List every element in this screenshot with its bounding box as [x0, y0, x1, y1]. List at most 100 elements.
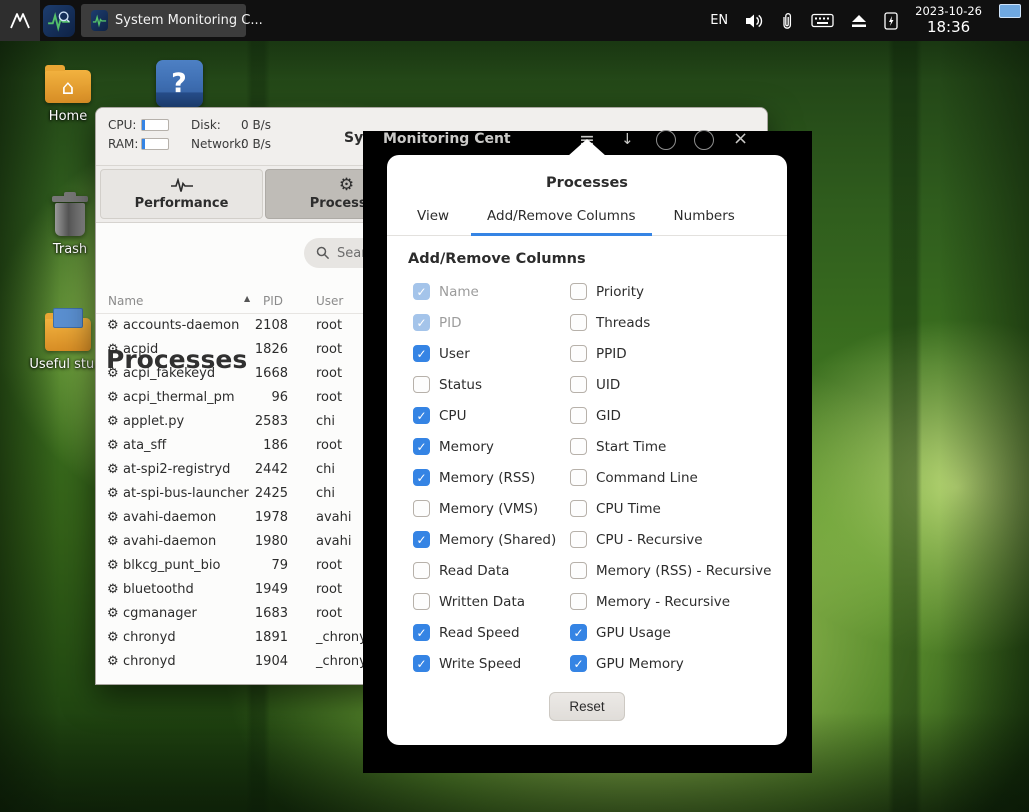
system-monitor-app-icon [43, 4, 75, 37]
column-toggle-cpu-time[interactable]: CPU Time [570, 493, 773, 524]
checkbox[interactable] [570, 438, 587, 455]
column-toggle-written-data[interactable]: Written Data [413, 586, 570, 617]
column-toggle-gpu-usage[interactable]: ✓ GPU Usage [570, 617, 773, 648]
section-heading: Add/Remove Columns [408, 251, 586, 267]
display-settings-icon[interactable] [999, 4, 1021, 18]
checkbox[interactable]: ✓ [413, 655, 430, 672]
checkbox-label: Start Time [596, 438, 667, 455]
clock[interactable]: 2023-10-26 18:36 [915, 4, 982, 37]
window-button-circle-icon[interactable] [656, 130, 676, 150]
window-button-circle-icon[interactable] [694, 130, 714, 150]
column-toggle-cpu-recursive[interactable]: CPU - Recursive [570, 524, 773, 555]
column-toggle-memory-vms[interactable]: Memory (VMS) [413, 493, 570, 524]
desktop-icon-label: Home [48, 109, 88, 124]
checkbox[interactable]: ✓ [570, 624, 587, 641]
process-gear-icon: ⚙ [107, 390, 119, 405]
checkbox[interactable] [570, 562, 587, 579]
column-toggle-memory-rss[interactable]: ✓ Memory (RSS) [413, 462, 570, 493]
checkbox[interactable] [413, 376, 430, 393]
desktop-icon-help[interactable]: ? [135, 60, 223, 107]
column-toggle-command-line[interactable]: Command Line [570, 462, 773, 493]
checkbox-label: Name [439, 283, 479, 300]
taskbar-window-button[interactable]: System Monitoring C... [81, 4, 263, 37]
checkbox-label: CPU Time [596, 500, 661, 517]
checkbox-label: PID [439, 314, 462, 331]
process-gear-icon: ⚙ [107, 558, 119, 573]
column-toggle-ppid[interactable]: PPID [570, 338, 773, 369]
app-launcher-button[interactable] [40, 0, 78, 41]
cpu-meter [141, 119, 169, 131]
process-pid: 186 [263, 438, 288, 453]
checkbox-label: Status [439, 376, 483, 393]
process-pid: 1668 [254, 366, 288, 381]
column-toggle-gid[interactable]: GID [570, 400, 773, 431]
checkbox[interactable] [570, 593, 587, 610]
close-icon[interactable]: × [733, 128, 748, 149]
checkbox[interactable]: ✓ [570, 655, 587, 672]
process-pid: 2425 [254, 486, 288, 501]
tab-view[interactable]: View [401, 201, 465, 236]
column-toggle-start-time[interactable]: Start Time [570, 431, 773, 462]
checkbox[interactable]: ✓ [413, 438, 430, 455]
process-user: avahi [316, 534, 352, 549]
checkbox[interactable]: ✓ [413, 345, 430, 362]
column-toggle-memory-shared[interactable]: ✓ Memory (Shared) [413, 524, 570, 555]
checkbox[interactable] [413, 593, 430, 610]
tab-add-remove-columns[interactable]: Add/Remove Columns [471, 201, 652, 236]
process-user: root [316, 558, 343, 573]
column-toggle-user[interactable]: ✓ User [413, 338, 570, 369]
column-toggle-read-data[interactable]: Read Data [413, 555, 570, 586]
column-toggle-memory-rss-recursive[interactable]: Memory (RSS) - Recursive [570, 555, 773, 586]
eject-icon[interactable] [851, 14, 867, 28]
column-toggle-write-speed[interactable]: ✓ Write Speed [413, 648, 570, 679]
reset-button[interactable]: Reset [549, 692, 625, 721]
checkbox[interactable] [570, 314, 587, 331]
tab-numbers[interactable]: Numbers [658, 201, 751, 236]
paperclip-icon[interactable] [781, 12, 794, 30]
checkbox[interactable]: ✓ [413, 407, 430, 424]
tab-label: Performance [134, 195, 229, 211]
tab-performance[interactable]: Performance [100, 169, 263, 219]
volume-icon[interactable] [745, 13, 764, 29]
checkbox[interactable] [570, 345, 587, 362]
process-gear-icon: ⚙ [107, 486, 119, 501]
checkbox[interactable] [413, 562, 430, 579]
column-toggle-status[interactable]: Status [413, 369, 570, 400]
checkbox[interactable] [570, 500, 587, 517]
column-toggle-memory[interactable]: ✓ Memory [413, 431, 570, 462]
checkbox[interactable] [570, 531, 587, 548]
column-header-pid[interactable]: PID [263, 294, 283, 308]
folder-paper [53, 308, 83, 328]
gear-icon: ⚙ [338, 175, 355, 195]
column-toggle-threads[interactable]: Threads [570, 307, 773, 338]
checkbox[interactable] [570, 376, 587, 393]
disk-stat-label: Disk: [191, 118, 221, 132]
checkbox[interactable] [570, 469, 587, 486]
checkbox[interactable] [570, 283, 587, 300]
keyboard-icon[interactable] [811, 13, 834, 28]
process-name: chronyd [123, 654, 176, 669]
process-user: root [316, 606, 343, 621]
search-icon [316, 246, 330, 260]
checkbox[interactable] [570, 407, 587, 424]
checkbox[interactable]: ✓ [413, 469, 430, 486]
column-toggle-cpu[interactable]: ✓ CPU [413, 400, 570, 431]
checkbox[interactable] [413, 500, 430, 517]
battery-device-icon[interactable] [884, 11, 898, 30]
column-header-name[interactable]: Name [108, 294, 143, 308]
checkbox-label: Written Data [439, 593, 526, 610]
checkbox[interactable]: ✓ [413, 624, 430, 641]
checkbox-label: Command Line [596, 469, 698, 486]
process-name: bluetoothd [123, 582, 194, 597]
keyboard-layout-indicator[interactable]: EN [710, 13, 728, 28]
distro-menu-button[interactable] [0, 0, 40, 41]
column-header-user[interactable]: User [316, 294, 343, 308]
column-toggle-gpu-memory[interactable]: ✓ GPU Memory [570, 648, 773, 679]
column-toggle-memory-recursive[interactable]: Memory - Recursive [570, 586, 773, 617]
column-toggle-read-speed[interactable]: ✓ Read Speed [413, 617, 570, 648]
column-toggle-priority[interactable]: Priority [570, 276, 773, 307]
column-toggle-uid[interactable]: UID [570, 369, 773, 400]
minimize-icon[interactable]: ↓ [621, 130, 634, 148]
date-label: 2023-10-26 [915, 3, 982, 18]
checkbox[interactable]: ✓ [413, 531, 430, 548]
